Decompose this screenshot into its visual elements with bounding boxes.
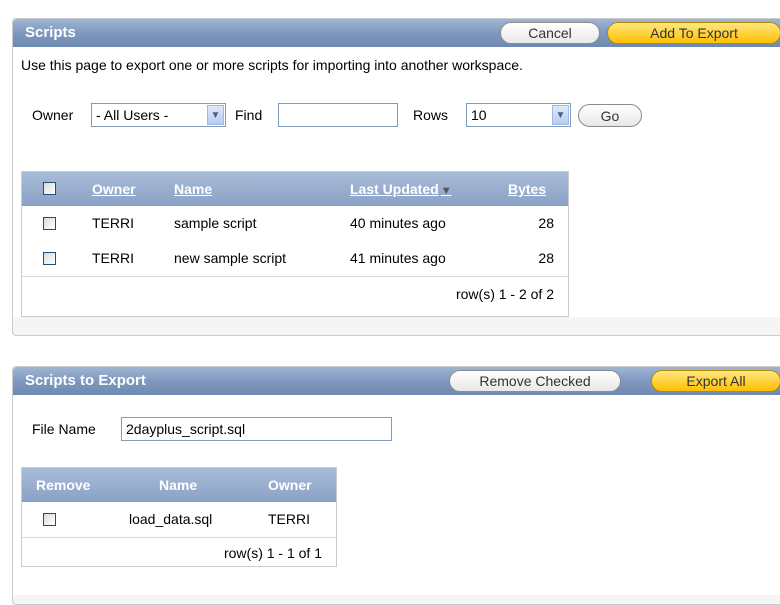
chevron-down-icon[interactable]: ▼ bbox=[552, 105, 569, 125]
column-header-name: Name bbox=[159, 477, 198, 493]
find-input[interactable] bbox=[278, 103, 398, 127]
export-report-header-row: Remove Name Owner bbox=[22, 468, 336, 502]
export-report: Remove Name Owner load_data.sql TERRI ro… bbox=[21, 467, 337, 567]
cell-owner: TERRI bbox=[92, 215, 134, 231]
scripts-region: Scripts Cancel Add To Export Use this pa… bbox=[12, 18, 780, 336]
column-header-owner: Owner bbox=[268, 477, 312, 493]
cell-owner: TERRI bbox=[268, 511, 310, 527]
cell-owner: TERRI bbox=[92, 250, 134, 266]
rows-select-value: 10 bbox=[471, 107, 487, 123]
cell-bytes: 28 bbox=[538, 215, 554, 231]
table-row: TERRI new sample script 41 minutes ago 2… bbox=[22, 241, 568, 277]
row-checkbox[interactable] bbox=[43, 217, 56, 230]
owner-select[interactable]: - All Users - ▼ bbox=[91, 103, 226, 127]
row-checkbox[interactable] bbox=[43, 252, 56, 265]
cancel-button[interactable]: Cancel bbox=[500, 22, 600, 44]
export-region-title: Scripts to Export bbox=[25, 372, 146, 389]
scripts-report: Owner Name Last Updated ▼ Bytes TERRI sam… bbox=[21, 171, 569, 317]
table-row: TERRI sample script 40 minutes ago 28 bbox=[22, 206, 568, 242]
cell-last-updated: 40 minutes ago bbox=[350, 215, 446, 231]
remove-checkbox[interactable] bbox=[43, 513, 56, 526]
rows-label: Rows bbox=[413, 107, 449, 123]
column-header-owner[interactable]: Owner bbox=[92, 181, 136, 197]
export-all-button[interactable]: Export All bbox=[651, 370, 780, 392]
cell-name: new sample script bbox=[174, 250, 287, 266]
add-to-export-button[interactable]: Add To Export bbox=[607, 22, 780, 44]
sort-descending-icon: ▼ bbox=[440, 185, 452, 197]
export-region-header: Scripts to Export Remove Checked Export … bbox=[13, 367, 780, 395]
go-button[interactable]: Go bbox=[578, 104, 642, 127]
report-header-row: Owner Name Last Updated ▼ Bytes bbox=[22, 172, 568, 206]
chevron-down-icon[interactable]: ▼ bbox=[207, 105, 224, 125]
scripts-region-body: Use this page to export one or more scri… bbox=[13, 47, 780, 317]
cell-bytes: 28 bbox=[538, 250, 554, 266]
select-all-checkbox[interactable] bbox=[43, 182, 56, 195]
cell-last-updated: 41 minutes ago bbox=[350, 250, 446, 266]
table-row: load_data.sql TERRI bbox=[22, 502, 336, 538]
export-region-body: File Name Remove Name Owner load_data.sq… bbox=[13, 395, 780, 595]
pagination-text: row(s) 1 - 1 of 1 bbox=[223, 545, 322, 561]
file-name-label: File Name bbox=[32, 421, 96, 437]
scripts-region-header: Scripts Cancel Add To Export bbox=[13, 19, 780, 47]
owner-select-value: - All Users - bbox=[96, 107, 169, 123]
column-header-name[interactable]: Name bbox=[174, 181, 212, 197]
column-header-last-updated-label[interactable]: Last Updated bbox=[350, 181, 439, 197]
column-header-remove: Remove bbox=[36, 477, 91, 493]
rows-select[interactable]: 10 ▼ bbox=[466, 103, 571, 127]
pagination-text: row(s) 1 - 2 of 2 bbox=[455, 286, 554, 302]
page-description: Use this page to export one or more scri… bbox=[21, 57, 523, 73]
file-name-input[interactable] bbox=[121, 417, 392, 441]
remove-checked-button[interactable]: Remove Checked bbox=[449, 370, 621, 392]
find-label: Find bbox=[235, 107, 263, 123]
owner-label: Owner bbox=[32, 107, 74, 123]
cell-name: sample script bbox=[174, 215, 257, 231]
scripts-region-title: Scripts bbox=[25, 24, 76, 41]
column-header-bytes[interactable]: Bytes bbox=[508, 181, 546, 197]
column-header-last-updated[interactable]: Last Updated ▼ bbox=[350, 181, 452, 197]
cell-name: load_data.sql bbox=[129, 511, 213, 527]
export-region: Scripts to Export Remove Checked Export … bbox=[12, 366, 780, 605]
